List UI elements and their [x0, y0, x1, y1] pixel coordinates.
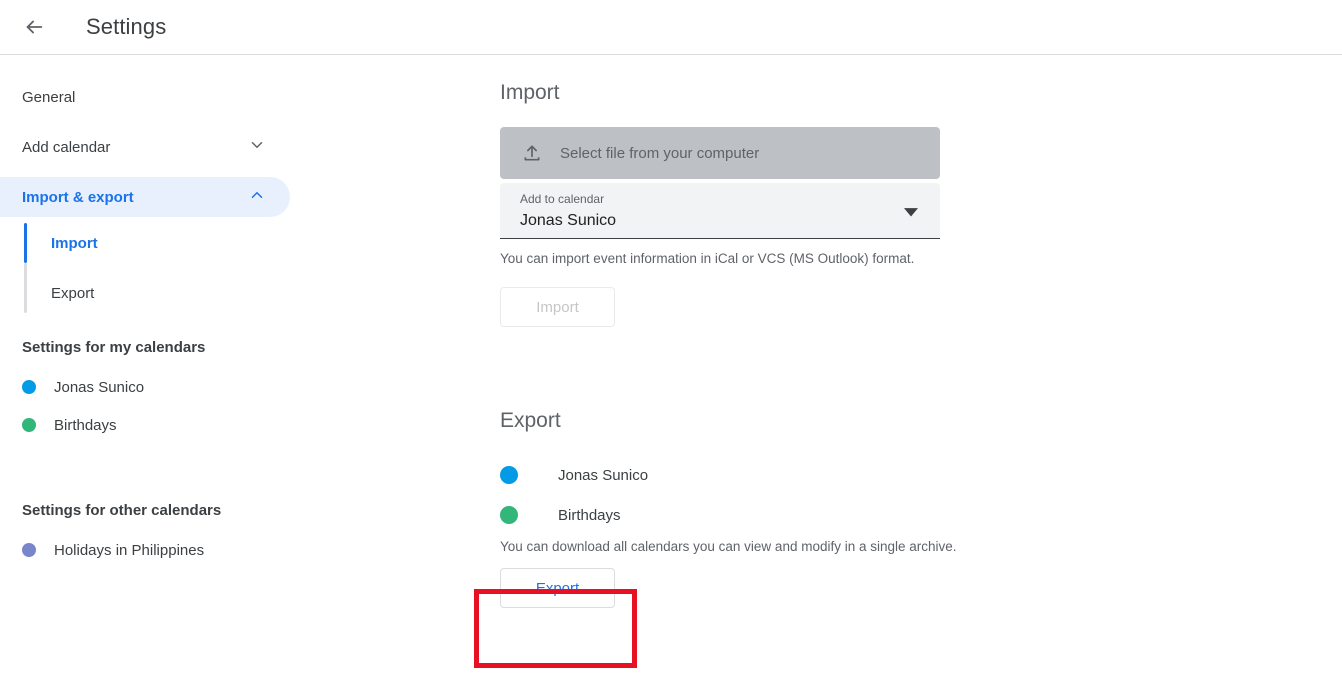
import-button[interactable]: Import [500, 287, 615, 327]
settings-main: Import Select file from your computer Ad… [500, 55, 1342, 608]
export-section-heading: Export [500, 409, 561, 432]
sidebar-subitem-import-label: Import [51, 234, 98, 252]
calendar-color-dot [22, 418, 36, 432]
sidebar-item-add-calendar-label: Add calendar [22, 138, 111, 156]
page-title: Settings [86, 14, 167, 39]
sidebar-subitem-import[interactable]: Import [24, 223, 500, 263]
content-area: General Add calendar Import & export Imp [0, 55, 1342, 675]
export-button-label: Export [535, 579, 580, 597]
subnav-rail-inactive [24, 263, 27, 313]
sidebar-calendar-jonas-sunico[interactable]: Jonas Sunico [0, 368, 500, 406]
export-calendar-jonas-sunico[interactable]: Jonas Sunico [500, 455, 1342, 495]
calendar-color-dot [500, 506, 518, 524]
sidebar-subnav: Import Export [0, 223, 500, 313]
back-button[interactable] [14, 7, 54, 47]
chevron-down-icon [248, 136, 266, 158]
export-helper-text: You can download all calendars you can v… [500, 539, 957, 554]
import-section-heading: Import [500, 81, 560, 104]
app-header: Settings [0, 0, 1342, 55]
sidebar-item-add-calendar[interactable]: Add calendar [0, 127, 290, 167]
calendar-color-dot [22, 543, 36, 557]
sidebar-calendar-label: Birthdays [54, 416, 117, 434]
sidebar-subitem-export[interactable]: Export [24, 273, 500, 313]
other-calendars-title: Settings for other calendars [22, 502, 222, 519]
sidebar-item-import-export-label: Import & export [22, 188, 134, 206]
arrow-left-icon [23, 16, 45, 38]
sidebar-item-import-export[interactable]: Import & export [0, 177, 290, 217]
sidebar-item-general[interactable]: General [0, 77, 290, 117]
calendar-color-dot [22, 380, 36, 394]
select-file-button[interactable]: Select file from your computer [500, 127, 940, 179]
export-calendar-birthdays[interactable]: Birthdays [500, 495, 1342, 535]
sidebar-calendar-label: Jonas Sunico [54, 378, 145, 396]
import-button-label: Import [536, 298, 579, 316]
export-button[interactable]: Export [500, 568, 615, 608]
sidebar-calendar-holidays-in-philippines[interactable]: Holidays in Philippines [0, 531, 500, 569]
add-to-calendar-select[interactable]: Add to calendar Jonas Sunico [500, 183, 940, 239]
add-to-calendar-label: Add to calendar [520, 192, 605, 206]
sidebar-calendar-label: Holidays in Philippines [54, 541, 205, 559]
export-calendar-label: Birthdays [558, 506, 621, 524]
subnav-rail-active [24, 223, 27, 263]
chevron-up-icon [248, 186, 266, 208]
file-upload-icon [522, 143, 542, 163]
export-button-wrapper: Export [500, 568, 615, 608]
sidebar-calendar-birthdays[interactable]: Birthdays [0, 406, 500, 444]
import-helper-text: You can import event information in iCal… [500, 251, 915, 266]
export-calendar-label: Jonas Sunico [558, 466, 649, 484]
sidebar-item-general-label: General [22, 88, 76, 106]
select-file-button-label: Select file from your computer [560, 144, 760, 162]
calendar-color-dot [500, 466, 518, 484]
my-calendars-title: Settings for my calendars [22, 339, 206, 356]
settings-sidebar: General Add calendar Import & export Imp [0, 55, 500, 569]
dropdown-arrow-icon[interactable] [904, 205, 918, 224]
sidebar-subitem-export-label: Export [51, 284, 95, 302]
add-to-calendar-value: Jonas Sunico [520, 212, 617, 229]
